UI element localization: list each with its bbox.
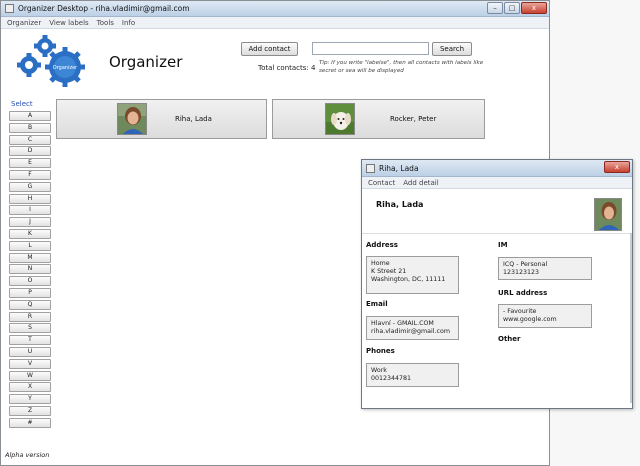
address-line1: K Street 21 bbox=[371, 268, 407, 275]
search-button[interactable]: Search bbox=[432, 42, 472, 56]
address-box: Home K Street 21 Washington, DC, 11111 bbox=[366, 256, 459, 294]
detail-avatar bbox=[594, 198, 622, 231]
phone-type: Work bbox=[371, 367, 387, 374]
url-heading: URL address bbox=[498, 289, 548, 297]
url-box: - Favourite www.google.com bbox=[498, 304, 592, 328]
detail-window-title: Riha, Lada bbox=[379, 163, 419, 173]
menu-view-labels[interactable]: View labels bbox=[49, 19, 88, 27]
contact-name: Riha, Lada bbox=[175, 115, 212, 123]
letter-button-f[interactable]: F bbox=[9, 169, 51, 180]
letter-button-a[interactable]: A bbox=[9, 111, 51, 121]
email-box: Hlavní - GMAIL.COM riha.vladimir@gmail.c… bbox=[366, 316, 459, 340]
letter-button-b[interactable]: B bbox=[9, 122, 51, 133]
email-value[interactable]: riha.vladimir@gmail.com bbox=[371, 328, 454, 336]
total-contacts: Total contacts: 4 bbox=[258, 64, 316, 72]
contact-name: Rocker, Peter bbox=[390, 115, 437, 123]
app-icon bbox=[5, 4, 14, 13]
menu-tools[interactable]: Tools bbox=[97, 19, 114, 27]
letter-button-z[interactable]: Z bbox=[9, 405, 51, 416]
letter-button-v[interactable]: V bbox=[9, 358, 51, 369]
letter-filter: A B C D E F G H I J K L M N O P Q R S T … bbox=[9, 111, 51, 430]
person-avatar bbox=[117, 103, 147, 135]
search-input[interactable] bbox=[312, 42, 429, 55]
contact-detail-window: Riha, Lada x Contact Add detail Riha, La… bbox=[361, 159, 633, 409]
logo-text: Organizer bbox=[53, 65, 78, 71]
search-tip: Tip: If you write "labelse", then all co… bbox=[319, 60, 484, 74]
contact-card[interactable]: Rocker, Peter bbox=[272, 99, 485, 139]
address-line2: Washington, DC, 11111 bbox=[371, 276, 446, 283]
url-type: - Favourite bbox=[503, 308, 537, 315]
other-heading: Other bbox=[498, 335, 521, 343]
phone-box: Work 0012344781 bbox=[366, 363, 459, 387]
url-value[interactable]: www.google.com bbox=[503, 316, 587, 324]
letter-button-c[interactable]: C bbox=[9, 134, 51, 145]
detail-contact-name: Riha, Lada bbox=[376, 200, 424, 209]
email-type: Hlavní - GMAIL.COM bbox=[371, 320, 434, 327]
menu-info[interactable]: Info bbox=[122, 19, 135, 27]
desktop: Organizer Desktop - riha.vladimir@gmail.… bbox=[0, 0, 640, 466]
dog-avatar bbox=[325, 103, 355, 135]
letter-button-p[interactable]: P bbox=[9, 287, 51, 298]
detail-close-button[interactable]: x bbox=[604, 161, 630, 173]
main-menubar: Organizer View labels Tools Info bbox=[1, 17, 549, 29]
letter-button-m[interactable]: M bbox=[9, 252, 51, 263]
im-type: ICQ - Personal bbox=[503, 261, 548, 268]
select-label: Select bbox=[11, 100, 33, 108]
address-heading: Address bbox=[366, 241, 398, 249]
minimize-button[interactable]: – bbox=[487, 2, 503, 14]
letter-button-k[interactable]: K bbox=[9, 228, 51, 239]
email-heading: Email bbox=[366, 300, 388, 308]
letter-button-h[interactable]: H bbox=[9, 193, 51, 204]
letter-button-s[interactable]: S bbox=[9, 323, 51, 334]
close-button[interactable]: x bbox=[521, 2, 547, 14]
letter-button-j[interactable]: J bbox=[9, 217, 51, 228]
menu-organizer[interactable]: Organizer bbox=[7, 19, 41, 27]
phone-value: 0012344781 bbox=[371, 375, 412, 382]
letter-button-r[interactable]: R bbox=[9, 311, 51, 322]
phones-heading: Phones bbox=[366, 347, 395, 355]
app-title: Organizer bbox=[109, 53, 183, 71]
im-box: ICQ - Personal 123123123 bbox=[498, 257, 592, 280]
letter-button-n[interactable]: N bbox=[9, 264, 51, 275]
main-titlebar[interactable]: Organizer Desktop - riha.vladimir@gmail.… bbox=[1, 1, 549, 17]
letter-button-g[interactable]: G bbox=[9, 181, 51, 192]
detail-scrollbar[interactable] bbox=[630, 233, 632, 403]
letter-button-i[interactable]: I bbox=[9, 205, 51, 216]
letter-button-u[interactable]: U bbox=[9, 346, 51, 357]
letter-button-hash[interactable]: # bbox=[9, 417, 51, 428]
im-value: 123123123 bbox=[503, 269, 540, 276]
version-label: Alpha version bbox=[5, 451, 50, 459]
letter-button-t[interactable]: T bbox=[9, 335, 51, 346]
letter-button-q[interactable]: Q bbox=[9, 299, 51, 310]
letter-button-l[interactable]: L bbox=[9, 240, 51, 251]
address-type: Home bbox=[371, 260, 390, 267]
im-heading: IM bbox=[498, 241, 508, 249]
letter-button-d[interactable]: D bbox=[9, 146, 51, 157]
add-contact-button[interactable]: Add contact bbox=[241, 42, 298, 56]
letter-button-o[interactable]: O bbox=[9, 276, 51, 287]
organizer-logo: Organizer bbox=[17, 35, 85, 87]
detail-menubar: Contact Add detail bbox=[362, 177, 632, 189]
detail-divider bbox=[362, 233, 632, 234]
maximize-button[interactable]: □ bbox=[504, 2, 520, 14]
menu-add-detail[interactable]: Add detail bbox=[403, 179, 438, 187]
window-title: Organizer Desktop - riha.vladimir@gmail.… bbox=[18, 4, 190, 13]
menu-contact[interactable]: Contact bbox=[368, 179, 395, 187]
app-icon bbox=[366, 163, 375, 173]
contact-card[interactable]: Riha, Lada bbox=[56, 99, 267, 139]
letter-button-x[interactable]: X bbox=[9, 382, 51, 393]
letter-button-y[interactable]: Y bbox=[9, 394, 51, 405]
letter-button-w[interactable]: W bbox=[9, 370, 51, 381]
letter-button-e[interactable]: E bbox=[9, 158, 51, 169]
detail-titlebar[interactable]: Riha, Lada x bbox=[362, 160, 632, 177]
